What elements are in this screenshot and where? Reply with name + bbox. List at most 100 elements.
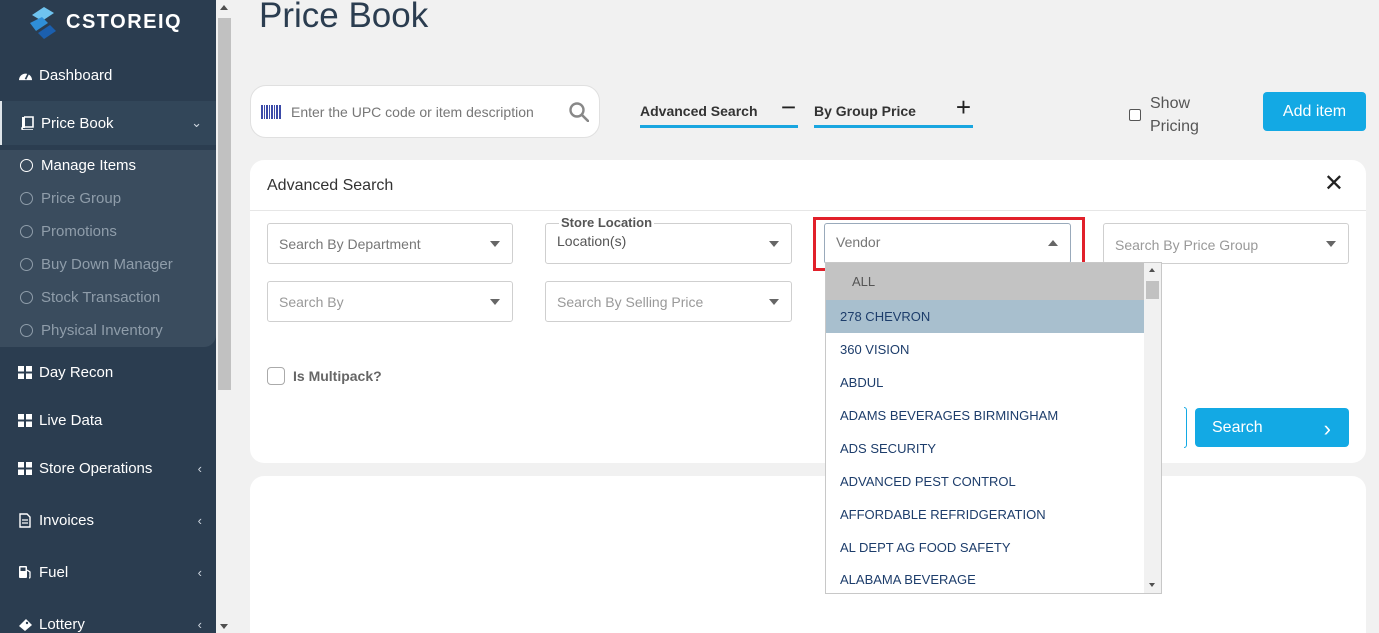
results-panel <box>250 476 1366 633</box>
submenu-item-physical-inventory[interactable]: Physical Inventory <box>20 317 163 343</box>
sidebar-item-price-book[interactable]: Price Book ⌄ <box>0 101 216 145</box>
vendor-option[interactable]: 360 VISION <box>826 333 1144 366</box>
circle-icon <box>20 257 33 271</box>
sidebar-item-live-data[interactable]: Live Data <box>0 398 216 442</box>
close-icon[interactable]: ✕ <box>1324 172 1344 196</box>
item-search-box <box>250 85 600 138</box>
selling-price-select[interactable]: Search By Selling Price <box>545 281 792 322</box>
show-pricing-checkbox[interactable] <box>1129 109 1141 121</box>
vendor-list-scrollbar[interactable] <box>1144 263 1161 593</box>
add-item-button[interactable]: Add item <box>1263 92 1366 131</box>
search-by-select[interactable]: Search By <box>267 281 513 322</box>
vendor-option[interactable]: ADS SECURITY <box>826 432 1144 465</box>
sidebar-item-lottery[interactable]: Lottery ‹ <box>0 602 216 633</box>
sidebar-item-label: Live Data <box>39 411 103 429</box>
grid-icon <box>17 460 33 476</box>
vendor-option[interactable]: ABDUL <box>826 366 1144 399</box>
price-book-submenu: Manage Items Price Group Promotions Buy … <box>0 150 216 347</box>
search-button[interactable]: Search › <box>1195 408 1349 447</box>
sidebar-item-store-operations[interactable]: Store Operations ‹ <box>0 446 216 490</box>
sidebar-item-fuel[interactable]: Fuel ‹ <box>0 550 216 594</box>
chevron-down-icon: ⌄ <box>191 115 202 130</box>
divider <box>250 210 1366 211</box>
advanced-search-title: Advanced Search <box>267 177 394 194</box>
vendor-option[interactable]: ADVANCED PEST CONTROL <box>826 465 1144 498</box>
multipack-checkbox-row[interactable]: Is Multipack? <box>267 367 382 385</box>
sidebar-item-label: Lottery <box>39 615 85 633</box>
scrollbar-thumb[interactable] <box>218 18 231 390</box>
submenu-item-price-group[interactable]: Price Group <box>20 185 121 211</box>
search-icon[interactable] <box>569 102 589 122</box>
scroll-down-arrow-icon[interactable] <box>1149 583 1155 587</box>
tachometer-icon <box>17 67 33 83</box>
page-scrollbar[interactable] <box>216 0 233 633</box>
advanced-search-panel: Advanced Search ✕ Search By Department S… <box>250 160 1366 463</box>
search-by-select-placeholder: Search By <box>279 293 344 310</box>
advanced-search-toggle[interactable]: Advanced Search − <box>640 92 798 128</box>
sidebar-item-label: Invoices <box>39 511 95 529</box>
group-price-toggle[interactable]: By Group Price + <box>814 92 973 128</box>
submenu-item-stock-transaction[interactable]: Stock Transaction <box>20 284 160 310</box>
caret-down-icon <box>1326 241 1336 247</box>
sidebar-item-dashboard[interactable]: Dashboard <box>0 53 216 97</box>
scrollbar-thumb[interactable] <box>1146 281 1159 299</box>
show-pricing-toggle[interactable]: Show Pricing <box>1129 92 1210 138</box>
vendor-option[interactable]: ALABAMA BEVERAGE <box>826 563 1144 593</box>
fuel-pump-icon <box>17 564 33 580</box>
vendor-option[interactable]: ADAMS BEVERAGES BIRMINGHAM <box>826 399 1144 432</box>
store-location-legend: Store Location <box>559 215 655 230</box>
sidebar-item-invoices[interactable]: Invoices ‹ <box>0 498 216 542</box>
sidebar-item-label: Store Operations <box>39 459 153 477</box>
submenu-item-manage-items[interactable]: Manage Items <box>20 152 136 178</box>
price-group-select-placeholder: Search By Price Group <box>1115 237 1259 253</box>
submenu-item-label: Physical Inventory <box>41 321 163 339</box>
sidebar-item-label: Fuel <box>39 563 69 581</box>
brand-logo[interactable]: CSTOREIQ <box>28 4 182 40</box>
scroll-up-arrow-icon[interactable] <box>1149 268 1155 272</box>
scroll-down-arrow-icon[interactable] <box>220 624 228 629</box>
submenu-item-label: Buy Down Manager <box>41 255 173 273</box>
chevron-left-icon: ‹ <box>197 512 202 528</box>
sidebar-item-day-recon[interactable]: Day Recon <box>0 350 216 394</box>
ticket-icon <box>17 616 33 632</box>
circle-icon <box>20 191 33 205</box>
submenu-item-promotions[interactable]: Promotions <box>20 218 117 244</box>
caret-down-icon <box>490 299 500 305</box>
submenu-item-label: Promotions <box>41 222 117 240</box>
clear-button[interactable] <box>1184 407 1187 448</box>
grid-icon <box>17 364 33 380</box>
caret-down-icon <box>769 241 779 247</box>
submenu-item-buy-down-manager[interactable]: Buy Down Manager <box>20 251 173 277</box>
chevron-left-icon: ‹ <box>197 564 202 580</box>
vendor-dropdown-list[interactable]: ALL 278 CHEVRON 360 VISION ABDUL ADAMS B… <box>825 262 1162 594</box>
grid-icon <box>17 412 33 428</box>
page-title: Price Book <box>259 0 429 35</box>
store-location-value: Location(s) <box>557 232 627 249</box>
plus-icon: + <box>955 92 971 122</box>
submenu-item-label: Stock Transaction <box>41 288 161 306</box>
circle-icon <box>20 323 33 337</box>
vendor-option[interactable]: 278 CHEVRON <box>826 300 1144 333</box>
price-group-select[interactable]: Search By Price Group <box>1103 223 1349 264</box>
department-select[interactable]: Search By Department <box>267 223 513 264</box>
search-button-label: Search <box>1212 418 1263 436</box>
submenu-item-label: Manage Items <box>41 156 137 174</box>
vendor-option[interactable]: AFFORDABLE REFRIDGERATION <box>826 498 1144 531</box>
vendor-option-all[interactable]: ALL <box>826 263 1144 300</box>
vendor-option[interactable]: AL DEPT AG FOOD SAFETY <box>826 531 1144 564</box>
multipack-checkbox[interactable] <box>267 367 285 385</box>
document-icon <box>17 512 33 528</box>
sidebar-item-label: Price Book <box>41 114 114 132</box>
chevron-left-icon: ‹ <box>197 616 202 632</box>
barcode-icon <box>261 104 281 119</box>
group-price-toggle-label: By Group Price <box>814 102 916 119</box>
scroll-up-arrow-icon[interactable] <box>220 5 228 10</box>
brand-name: CSTOREIQ <box>66 10 183 33</box>
caret-down-icon <box>769 299 779 305</box>
selling-price-select-placeholder: Search By Selling Price <box>557 293 704 310</box>
submenu-item-label: Price Group <box>41 189 122 207</box>
store-location-select[interactable]: Store Location Location(s) <box>545 215 792 264</box>
caret-down-icon <box>490 241 500 247</box>
sidebar-item-label: Dashboard <box>39 66 113 84</box>
item-search-input[interactable] <box>291 103 561 120</box>
